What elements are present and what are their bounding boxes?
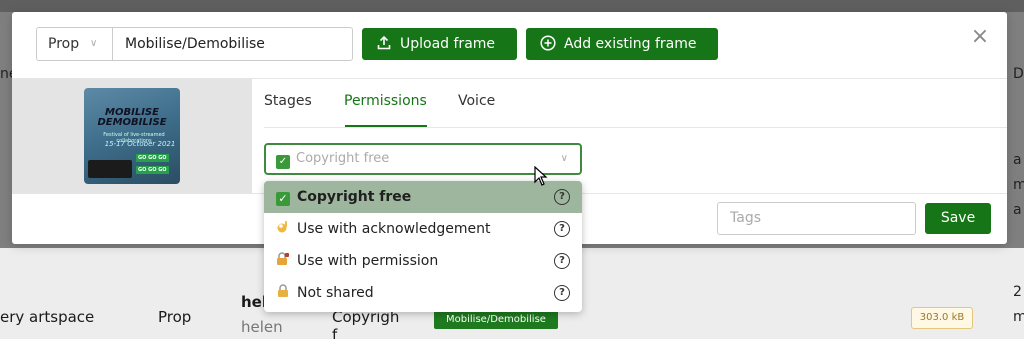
background-owner-sub: helen <box>241 318 283 336</box>
option-label: Use with acknowledgement <box>297 221 491 237</box>
background-right-text: m <box>1013 309 1024 325</box>
permission-dropdown-menu: ✓ Copyright free ? Use with acknowledgeme… <box>264 181 582 312</box>
thumbnail-truck-image <box>88 160 132 178</box>
save-button[interactable]: Save <box>925 203 991 234</box>
background-type-cell: Prop <box>158 308 192 326</box>
background-right-text: a <box>1013 152 1022 168</box>
background-permission-cell2: f <box>332 326 338 339</box>
help-icon[interactable]: ? <box>554 221 570 237</box>
help-icon[interactable]: ? <box>554 285 570 301</box>
help-icon[interactable]: ? <box>554 189 570 205</box>
background-stage-tag[interactable]: Mobilise/Demobilise <box>434 311 558 329</box>
permission-option-acknowledgement[interactable]: Use with acknowledgement ? <box>264 213 582 245</box>
media-thumbnail[interactable]: MOBILISE DEMOBILISE Festival of live-str… <box>84 88 180 184</box>
upload-icon <box>376 28 392 60</box>
tab-voice[interactable]: Voice <box>458 93 495 109</box>
thumbnail-title: MOBILISE DEMOBILISE <box>97 107 167 128</box>
tab-permissions[interactable]: Permissions <box>344 93 427 109</box>
permission-select-value: Copyright free <box>296 151 390 166</box>
close-icon[interactable]: × <box>970 25 990 49</box>
lock-icon <box>276 284 290 298</box>
media-type-select[interactable]: Prop ∨ <box>36 27 113 61</box>
plus-circle-icon <box>540 28 556 60</box>
media-type-value: Prop <box>48 36 80 52</box>
mouse-cursor-icon <box>534 165 548 186</box>
permission-option-not-shared[interactable]: Not shared ? <box>264 277 582 309</box>
background-gallery-cell: ery artspace <box>0 308 95 326</box>
thumbnail-go-sign: GO GO GO <box>136 154 169 162</box>
thumbnail-pane: MOBILISE DEMOBILISE Festival of live-str… <box>12 79 252 193</box>
thumbnail-go-sign: GO GO GO <box>136 166 169 174</box>
check-box-icon: ✓ <box>276 192 290 206</box>
chevron-down-icon: ∨ <box>560 153 568 164</box>
tab-stages[interactable]: Stages <box>264 93 312 109</box>
ok-hand-icon <box>276 220 290 234</box>
background-size-badge: 303.0 kB <box>911 307 973 329</box>
add-existing-frame-label: Add existing frame <box>564 36 697 52</box>
option-label: Copyright free <box>297 189 412 205</box>
permission-option-permission[interactable]: Use with permission ? <box>264 245 582 277</box>
background-right-text: a <box>1013 202 1022 218</box>
lock-with-key-icon <box>276 252 290 266</box>
background-topbar <box>0 0 1024 12</box>
tabs-divider <box>264 127 1007 128</box>
check-box-icon: ✓ <box>276 155 290 169</box>
tags-input[interactable]: Tags <box>717 202 916 235</box>
chevron-down-icon: ∨ <box>90 38 98 49</box>
background-right-text: m <box>1013 177 1024 193</box>
add-existing-frame-button[interactable]: Add existing frame <box>526 28 718 60</box>
media-name-input[interactable]: Mobilise/Demobilise <box>112 27 353 61</box>
help-icon[interactable]: ? <box>554 253 570 269</box>
option-label: Not shared <box>297 285 374 301</box>
background-right-text: 2 <box>1013 284 1022 300</box>
thumbnail-dates: 15-17 October 2021 <box>104 140 176 148</box>
upload-frame-button[interactable]: Upload frame <box>362 28 517 60</box>
background-header-fragment-right: D <box>1013 66 1024 82</box>
upload-frame-label: Upload frame <box>400 36 496 52</box>
option-label: Use with permission <box>297 253 439 269</box>
